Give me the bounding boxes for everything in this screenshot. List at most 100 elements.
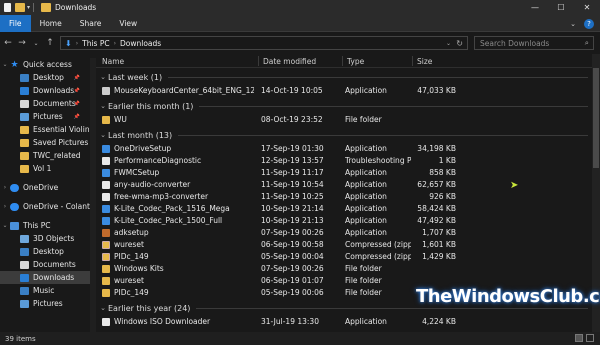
help-icon[interactable]: ? (584, 18, 594, 29)
column-header-name[interactable]: Name (98, 56, 124, 66)
sidebar-item[interactable]: Vol 1 (0, 162, 90, 175)
sidebar-item[interactable]: ⌄ This PC (0, 219, 90, 232)
navigation-pane: ⌄ ★ Quick access Desktop 📌 Downloads 📌 Document… (0, 58, 90, 332)
sidebar-item[interactable]: Pictures (0, 297, 90, 310)
file-row[interactable]: K-Lite_Codec_Pack_1500_Full 10-Sep-19 21:… (96, 215, 592, 227)
file-row[interactable]: wureset 06-Sep-19 00:58 Compressed (zipp..… (96, 239, 592, 251)
column-headers: Name Date modified Type Size (96, 54, 592, 68)
sidebar-item-label: Documents (33, 99, 76, 108)
file-row[interactable]: PIDc_149 05-Sep-19 00:04 Compressed (zipp.… (96, 251, 592, 263)
breadcrumb-separator[interactable]: › (76, 40, 78, 47)
file-name: PIDc_149 (114, 252, 149, 261)
breadcrumb-separator[interactable]: › (114, 40, 116, 47)
sidebar-item[interactable]: Downloads 📌 (0, 84, 90, 97)
customize-toolbar-icon[interactable]: ▾ (27, 4, 30, 11)
collapse-chevron-icon[interactable]: ⌄ (98, 131, 108, 139)
maximize-button[interactable]: ☐ (548, 0, 574, 15)
file-date: 10-Sep-19 21:13 (261, 216, 324, 225)
minimize-button[interactable]: — (522, 0, 548, 15)
sidebar-item[interactable]: Pictures 📌 (0, 110, 90, 123)
group-header[interactable]: ⌄ Last week (1) (96, 70, 592, 84)
sidebar-item-label: Vol 1 (33, 164, 52, 173)
scrollbar-thumb[interactable] (593, 68, 599, 168)
zip-folder-icon (102, 241, 110, 249)
sidebar-item-label: Desktop (33, 73, 64, 82)
file-type: Troubleshooting P... (345, 156, 411, 165)
sidebar-item[interactable]: Essential Violin W (0, 123, 90, 136)
tab-share[interactable]: Share (71, 15, 111, 32)
up-button[interactable]: ↑ (44, 38, 56, 48)
sidebar-item[interactable]: TWC_related (0, 149, 90, 162)
expand-ribbon-icon[interactable]: ⌄ (570, 20, 576, 28)
new-folder-icon[interactable] (15, 3, 25, 12)
file-row[interactable]: Windows ISO Downloader 31-Jul-19 13:30 App… (96, 316, 592, 328)
file-type: Application (345, 168, 387, 177)
back-button[interactable]: ← (2, 38, 14, 48)
file-name: PIDc_149 (114, 288, 149, 297)
collapse-chevron-icon[interactable]: ⌄ (98, 102, 108, 110)
properties-icon[interactable] (4, 3, 11, 12)
file-row[interactable]: Windows Kits 07-Sep-19 00:26 File folder (96, 263, 592, 275)
view-switcher (575, 334, 594, 342)
column-header-type[interactable]: Type (342, 56, 364, 66)
sidebar-item[interactable]: Documents 📌 (0, 97, 90, 110)
sidebar-item[interactable]: Desktop 📌 (0, 71, 90, 84)
file-name: K-Lite_Codec_Pack_1500_Full (114, 216, 223, 225)
file-type: Application (345, 216, 387, 225)
tab-view[interactable]: View (110, 15, 146, 32)
breadcrumb-downloads[interactable]: Downloads (120, 39, 161, 48)
sidebar-item[interactable]: ⌄ ★ Quick access (0, 58, 90, 71)
forward-button[interactable]: → (16, 38, 28, 48)
expand-chevron-icon[interactable]: › (1, 203, 9, 210)
file-date: 10-Sep-19 21:14 (261, 204, 324, 213)
status-bar: 39 items (0, 332, 600, 345)
ribbon-controls: ⌄ ? (570, 15, 594, 32)
file-row[interactable]: K-Lite_Codec_Pack_1516_Mega 10-Sep-19 21:… (96, 203, 592, 215)
file-row[interactable]: free-wma-mp3-converter 11-Sep-19 10:25 App… (96, 191, 592, 203)
breadcrumb-this-pc[interactable]: This PC (82, 39, 109, 48)
file-row[interactable]: PerformanceDiagnostic 12-Sep-19 13:57 Trou… (96, 155, 592, 167)
expand-chevron-icon[interactable]: ⌄ (1, 222, 9, 229)
sidebar-item[interactable]: Music (0, 284, 90, 297)
search-input[interactable]: Search Downloads ⌕ (474, 36, 594, 50)
address-dropdown-icon[interactable]: ⌄ (446, 40, 451, 47)
file-row[interactable]: WU 08-Oct-19 23:52 File folder (96, 114, 592, 126)
sidebar-item[interactable]: Downloads (0, 271, 90, 284)
file-size: 858 KB (429, 168, 456, 177)
file-type: Compressed (zipp... (345, 252, 411, 261)
address-bar[interactable]: ⬇ › This PC › Downloads ⌄ ↻ (60, 36, 468, 50)
file-row[interactable]: MouseKeyboardCenter_64bit_ENG_12.181 14-O… (96, 85, 592, 97)
file-date: 12-Sep-19 13:57 (261, 156, 324, 165)
column-header-date[interactable]: Date modified (258, 56, 316, 66)
group-header[interactable]: ⌄ Earlier this month (1) (96, 99, 592, 113)
refresh-icon[interactable]: ↻ (456, 39, 463, 48)
file-row[interactable]: adksetup 07-Sep-19 00:26 Application 1,707 … (96, 227, 592, 239)
sidebar-item-label: Saved Pictures (33, 138, 89, 147)
sidebar-item[interactable]: › OneDrive (0, 181, 90, 194)
folder-icon (20, 125, 29, 134)
sidebar-item[interactable]: 3D Objects (0, 232, 90, 245)
group-label: Earlier this year (24) (108, 303, 191, 313)
file-size: 1 KB (438, 156, 456, 165)
collapse-chevron-icon[interactable]: ⌄ (98, 304, 108, 312)
expand-chevron-icon[interactable]: ⌄ (1, 61, 9, 68)
group-header[interactable]: ⌄ Last month (13) (96, 128, 592, 142)
sidebar-item[interactable]: Documents (0, 258, 90, 271)
file-row[interactable]: OneDriveSetup 17-Sep-19 01:30 Application 3… (96, 143, 592, 155)
file-size: 1,601 KB (422, 240, 456, 249)
sidebar-item-label: OneDrive - Colant (23, 202, 90, 211)
collapse-chevron-icon[interactable]: ⌄ (98, 73, 108, 81)
expand-chevron-icon[interactable]: › (1, 184, 9, 191)
recent-locations-button[interactable]: ⌄ (30, 40, 42, 47)
sidebar-item[interactable]: › OneDrive - Colant (0, 200, 90, 213)
tab-file[interactable]: File (0, 14, 31, 32)
file-type: File folder (345, 276, 382, 285)
large-icons-view-button[interactable] (586, 334, 594, 342)
sidebar-item[interactable]: Saved Pictures (0, 136, 90, 149)
details-view-button[interactable] (575, 334, 583, 342)
sidebar-item[interactable]: Desktop (0, 245, 90, 258)
close-button[interactable]: ✕ (574, 0, 600, 15)
column-header-size[interactable]: Size (412, 56, 432, 66)
file-row[interactable]: FWMCSetup 11-Sep-19 11:17 Application 858 K… (96, 167, 592, 179)
tab-home[interactable]: Home (31, 15, 71, 32)
